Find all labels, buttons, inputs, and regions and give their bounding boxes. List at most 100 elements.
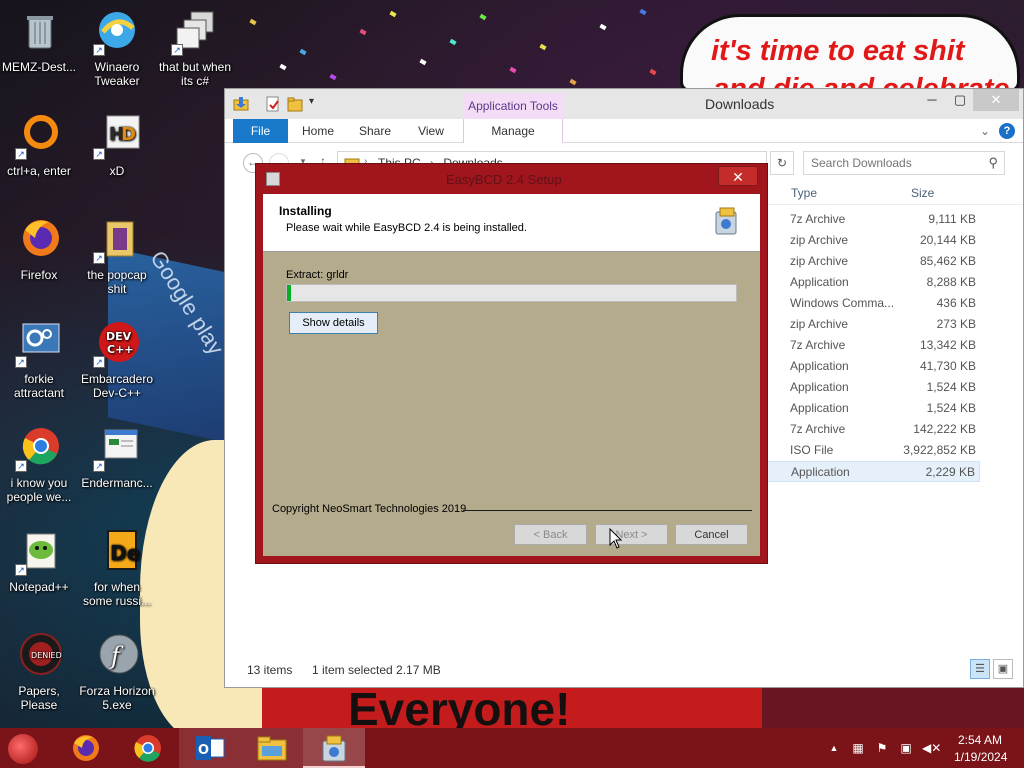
help-icon[interactable]: ? — [999, 123, 1015, 139]
search-box[interactable]: ⚲ — [803, 151, 1005, 175]
taskbar-file-explorer[interactable] — [241, 728, 303, 768]
shortcut-arrow-icon: ↗ — [93, 44, 105, 56]
desktop-icon-popcap[interactable]: ↗ the popcap shit — [78, 216, 156, 296]
desktop-icon-chrome[interactable]: ↗ i know you people we... — [0, 424, 78, 504]
table-row[interactable]: Application 1,524 KB — [765, 377, 980, 398]
refresh-icon[interactable]: ↻ — [770, 151, 794, 175]
table-row[interactable]: 7z Archive 13,342 KB — [765, 335, 980, 356]
desktop-icon-firefox[interactable]: Firefox — [0, 216, 78, 282]
desktop-icon-csharp[interactable]: ↗ that but when its c# — [156, 8, 234, 88]
desktop-icon-forkie[interactable]: ↗ forkie attractant — [0, 320, 78, 400]
large-icons-view-icon[interactable]: ▣ — [993, 659, 1013, 679]
properties-icon[interactable] — [265, 96, 281, 112]
installer-titlebar[interactable]: EasyBCD 2.4 Setup ✕ — [256, 164, 767, 194]
taskbar-outlook[interactable]: O — [179, 728, 241, 768]
window-title: Downloads — [705, 96, 775, 112]
display-tray-icon[interactable]: ▣ — [898, 740, 914, 756]
navigation-pane[interactable] — [225, 181, 255, 659]
file-size: 20,144 KB — [919, 233, 976, 247]
file-size: 3,922,852 KB — [903, 443, 976, 457]
table-row[interactable]: ISO File 3,922,852 KB — [765, 440, 980, 461]
installer-logo-icon — [713, 206, 741, 236]
table-row[interactable]: zip Archive 273 KB — [765, 314, 980, 335]
installer-dialog[interactable]: EasyBCD 2.4 Setup ✕ Installing Please wa… — [255, 163, 768, 564]
shortcut-arrow-icon: ↗ — [93, 356, 105, 368]
copyright-text: Copyright NeoSmart Technologies 2019 — [272, 503, 467, 515]
file-type: zip Archive — [790, 233, 849, 247]
customize-toolbar-icon[interactable]: ▾ — [309, 96, 325, 112]
clock-date[interactable]: 1/19/2024 — [954, 750, 1007, 764]
search-icon[interactable]: ⚲ — [988, 155, 998, 171]
next-button[interactable]: Next > — [595, 524, 668, 545]
tab-home[interactable]: Home — [293, 119, 343, 143]
column-header-size[interactable]: Size — [911, 186, 934, 200]
file-size: 9,111 KB — [928, 212, 976, 226]
quick-access-folder-icon[interactable] — [233, 96, 249, 112]
desktop-icon-russian[interactable]: De for when some russi... — [78, 528, 156, 608]
file-type: zip Archive — [790, 254, 849, 268]
desktop-icon-devcpp[interactable]: DEV C++ ↗ Embarcadero Dev-C++ — [78, 320, 156, 400]
show-hidden-icons-chevron-icon[interactable]: ▲ — [826, 740, 842, 756]
minimize-button[interactable]: ─ — [917, 89, 947, 111]
desktop-icon-label: i know you people we... — [6, 476, 72, 504]
table-row[interactable]: zip Archive 85,462 KB — [765, 251, 980, 272]
tab-manage[interactable]: Manage — [463, 119, 563, 143]
search-input[interactable] — [805, 153, 975, 173]
file-type: Application — [790, 401, 849, 415]
volume-muted-icon[interactable]: ◀✕ — [922, 740, 941, 756]
table-row[interactable]: 7z Archive 9,111 KB — [765, 209, 980, 230]
file-list[interactable]: Type Size 7z Archive 9,111 KB zip Archive 2… — [765, 181, 1023, 659]
desktop-icon-forza[interactable]: f Forza Horizon 5.exe — [78, 632, 156, 712]
desktop-icon-label: that but when its c# — [158, 60, 232, 88]
start-orb-icon[interactable] — [8, 734, 38, 764]
desktop-icon-notepadpp[interactable]: ↗ Notepad++ — [0, 528, 78, 594]
new-folder-icon[interactable] — [287, 96, 303, 112]
network-tray-icon[interactable]: ▦ — [850, 740, 866, 756]
desktop-icon-label: Embarcadero Dev-C++ — [80, 372, 154, 400]
tab-file[interactable]: File — [233, 119, 288, 143]
taskbar-chrome[interactable] — [117, 728, 179, 768]
explorer-titlebar[interactable]: ▾ Application Tools Downloads ─ ▢ ✕ — [225, 89, 1023, 120]
close-button[interactable]: ✕ — [718, 166, 758, 186]
clock-time[interactable]: 2:54 AM — [958, 733, 1002, 747]
firefox-icon — [15, 216, 63, 264]
expand-ribbon-icon[interactable]: ⌄ — [977, 119, 993, 143]
svg-text:DEV: DEV — [106, 330, 132, 343]
folder-icon: ↗ — [93, 216, 141, 264]
desktop-icon-xd[interactable]: HD ↗ xD — [78, 112, 156, 178]
desktop-icon-ctrl-a[interactable]: ↗ ctrl+a, enter — [0, 112, 78, 178]
file-type: 7z Archive — [790, 212, 846, 226]
file-type: Application — [790, 380, 849, 394]
maximize-button[interactable]: ▢ — [945, 89, 975, 111]
tab-view[interactable]: View — [406, 119, 456, 143]
show-details-button[interactable]: Show details — [289, 312, 378, 334]
details-view-icon[interactable]: ☰ — [970, 659, 990, 679]
table-row[interactable]: Application 1,524 KB — [765, 398, 980, 419]
desktop-icon-endermanch[interactable]: ↗ Endermanc... — [78, 424, 156, 490]
back-button[interactable]: < Back — [514, 524, 587, 545]
desktop-icon-winaero[interactable]: ↗ Winaero Tweaker — [78, 8, 156, 88]
file-size: 1,524 KB — [926, 401, 976, 415]
selection-info: 1 item selected 2.17 MB — [312, 663, 441, 677]
table-row[interactable]: 7z Archive 142,222 KB — [765, 419, 980, 440]
desktop-icon-memz[interactable]: MEMZ-Dest... — [0, 8, 78, 74]
table-row[interactable]: Application 2,229 KB — [765, 461, 980, 482]
column-header-type[interactable]: Type — [791, 186, 817, 200]
table-row[interactable]: Application 8,288 KB — [765, 272, 980, 293]
action-center-flag-icon[interactable]: ⚑ — [874, 740, 890, 756]
file-size: 8,288 KB — [926, 275, 976, 289]
shortcut-arrow-icon: ↗ — [93, 148, 105, 160]
close-button[interactable]: ✕ — [973, 89, 1019, 111]
table-row[interactable]: Windows Comma... 436 KB — [765, 293, 980, 314]
table-row[interactable]: zip Archive 20,144 KB — [765, 230, 980, 251]
desktop-icon-papers-please[interactable]: DENIED Papers, Please — [0, 632, 78, 712]
table-row[interactable]: Application 41,730 KB — [765, 356, 980, 377]
item-count: 13 items — [247, 663, 293, 677]
installer-heading: Installing — [279, 204, 332, 218]
installer-icon — [322, 735, 346, 762]
taskbar-firefox[interactable] — [55, 728, 117, 768]
tab-share[interactable]: Share — [350, 119, 400, 143]
cancel-button[interactable]: Cancel — [675, 524, 748, 545]
ribbon-tabs: File Home Share View Manage ⌄ ? — [225, 119, 1023, 143]
taskbar-installer[interactable] — [303, 728, 365, 768]
